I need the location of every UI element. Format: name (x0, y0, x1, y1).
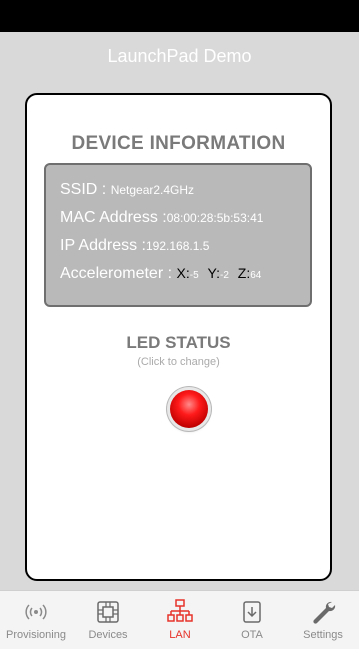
wifi-signal-icon (25, 604, 47, 620)
status-bar (0, 0, 359, 32)
accelerometer-label: Accelerometer : (60, 265, 173, 282)
ip-row: IP Address :192.168.1.5 (60, 237, 209, 255)
device-information-heading: DEVICE INFORMATION (71, 133, 286, 154)
accel-x-value: -5 (189, 270, 199, 281)
ssid-row: SSID : Netgear2.4GHz (60, 181, 194, 199)
chip-icon (97, 601, 119, 623)
app-title: LaunchPad Demo (107, 46, 252, 66)
ip-label: IP Address : (60, 237, 146, 254)
led-hint: (Click to change) (137, 356, 220, 368)
tab-ota[interactable]: OTA (216, 591, 288, 649)
wrench-icon (313, 601, 336, 624)
ssid-value: Netgear2.4GHz (110, 183, 195, 197)
navigation-bar: LaunchPad Demo (0, 32, 359, 88)
accel-z-value: 64 (250, 270, 262, 281)
mac-label: MAC Address : (60, 209, 167, 226)
tab-provisioning[interactable]: Provisioning (0, 591, 72, 649)
tab-provisioning-label: Provisioning (6, 629, 66, 641)
ip-value: 192.168.1.5 (145, 239, 210, 253)
tab-bar: Provisioning Devices LAN OTA Settings (0, 590, 359, 649)
accel-y-label: Y: (207, 265, 220, 281)
download-icon (243, 601, 261, 623)
accel-y-value: -2 (220, 270, 229, 281)
tab-devices-label: Devices (88, 629, 128, 641)
led-toggle-button[interactable] (170, 390, 208, 428)
accelerometer-row: Accelerometer : X:-5 Y:-2 Z:64 (60, 265, 261, 283)
tab-ota-label: OTA (241, 629, 263, 641)
mac-row: MAC Address :08:00:28:5b:53:41 (60, 209, 263, 227)
mac-value: 08:00:28:5b:53:41 (166, 211, 264, 225)
network-icon (167, 599, 193, 622)
accel-z-label: Z: (237, 265, 251, 281)
tab-lan[interactable]: LAN (144, 591, 216, 649)
accel-x-label: X: (176, 265, 190, 281)
device-card: DEVICE INFORMATION SSID : Netgear2.4GHz … (25, 93, 332, 581)
device-info-panel: SSID : Netgear2.4GHz MAC Address :08:00:… (44, 163, 312, 307)
tab-lan-label: LAN (169, 629, 191, 641)
tab-devices[interactable]: Devices (72, 591, 144, 649)
led-status-heading: LED STATUS (126, 333, 231, 352)
tab-settings[interactable]: Settings (287, 591, 359, 649)
ssid-label: SSID : (60, 181, 107, 198)
tab-settings-label: Settings (303, 629, 343, 641)
